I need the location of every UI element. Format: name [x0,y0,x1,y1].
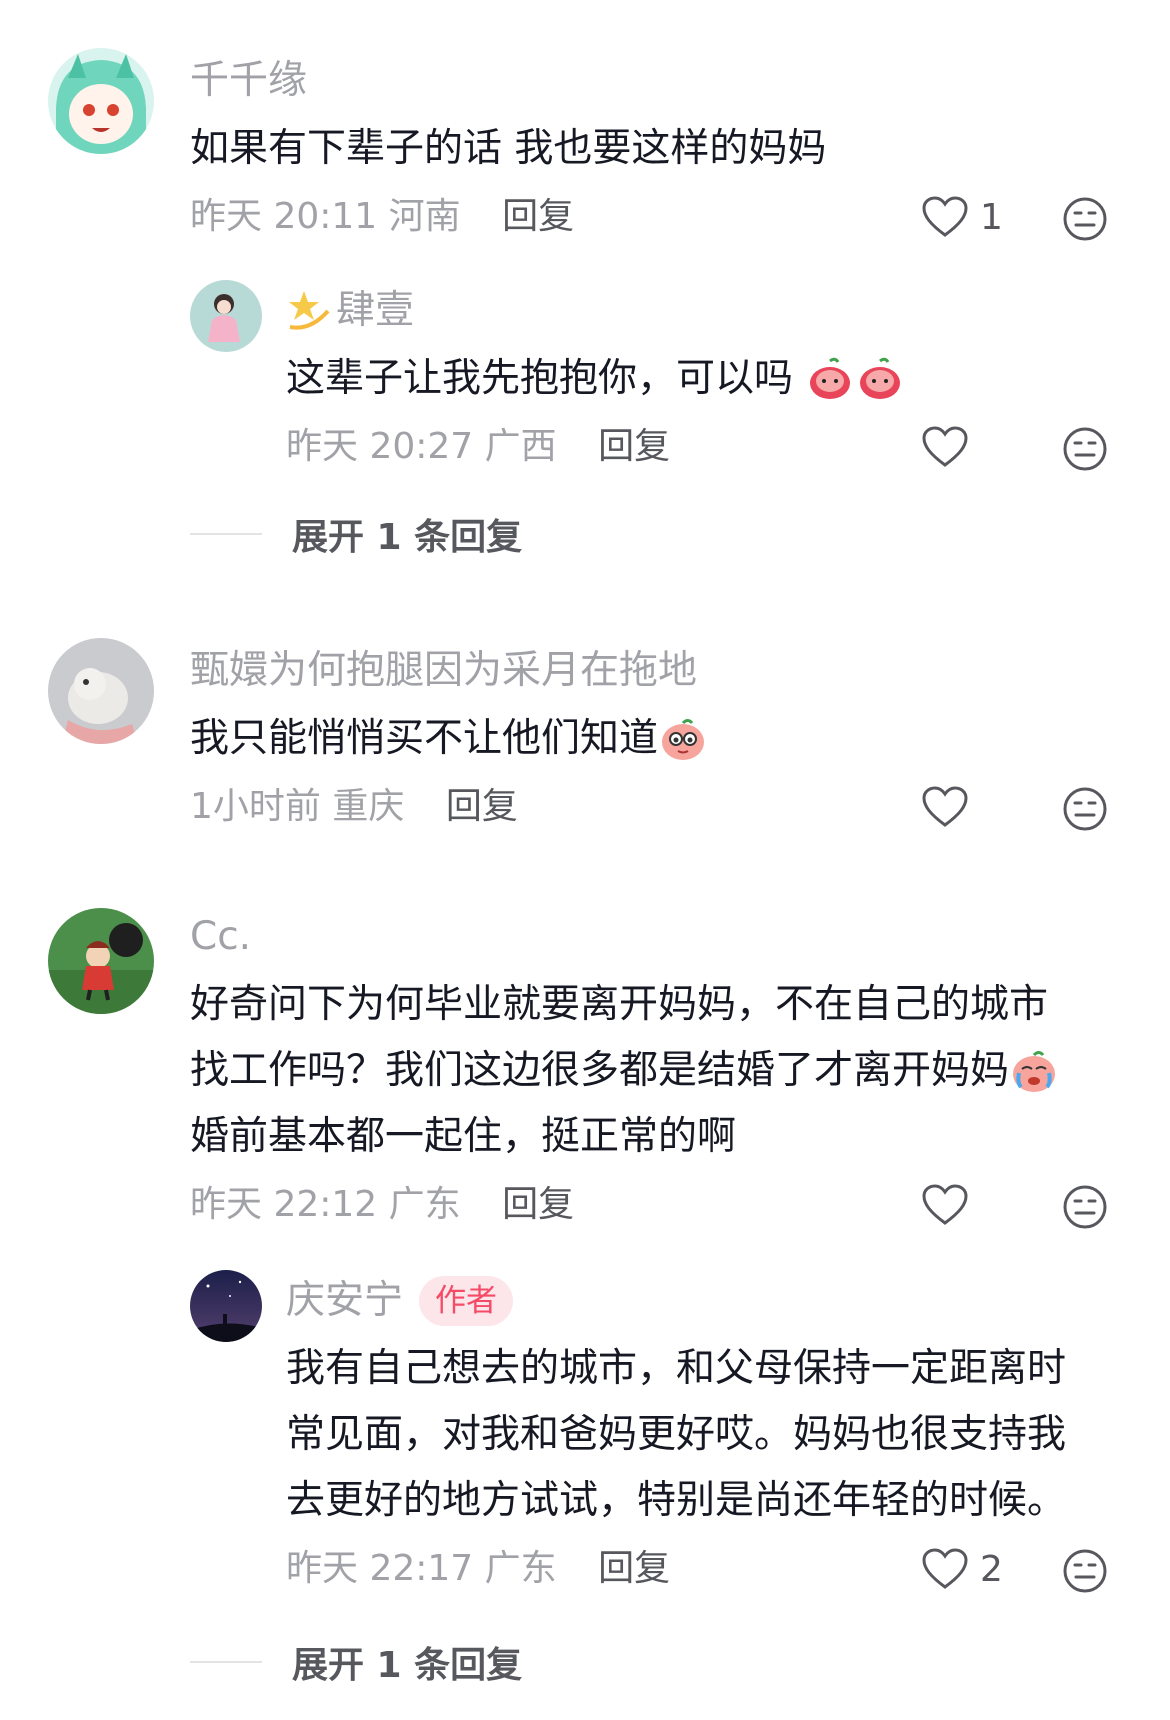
expand-replies-label: 展开 1 条回复 [292,1645,523,1686]
reply-button[interactable]: 回复 [598,1548,670,1589]
divider [190,1661,262,1663]
like-count: 1 [980,196,1003,238]
timestamp: 昨天 22:12 [190,1184,378,1225]
username[interactable]: 庆安宁 作者 [286,1276,514,1326]
peach-emoji [805,355,855,401]
like-button[interactable]: 2 [922,1548,1003,1590]
comment-text: 我只能悄悄买不让他们知道 [190,706,708,772]
location: 重庆 [332,786,405,827]
reply-text: 这辈子让我先抱抱你，可以吗 [286,346,905,412]
avatar[interactable] [48,48,154,154]
comment-text-line: 找工作吗？我们这边很多都是结婚了才离开妈妈 [190,1038,1059,1104]
divider [190,533,262,535]
username[interactable]: 千千缘 [190,56,307,106]
dislike-button[interactable] [1062,426,1108,472]
teary-peach-emoji [658,715,708,761]
dislike-button[interactable] [1062,196,1108,242]
dislike-button[interactable] [1062,786,1108,832]
comment-text-line: 好奇问下为何毕业就要离开妈妈，不在自己的城市 [190,982,1049,1027]
comment-meta: 1小时前 重庆 回复 [190,784,518,830]
heart-icon [922,1184,968,1225]
avatar[interactable] [48,908,154,1014]
neutral-face-icon [1063,197,1107,241]
comment-meta: 昨天 20:11 河南 回复 [190,194,574,240]
avatar[interactable] [190,1270,262,1342]
username-text: 肆壹 [336,288,415,333]
avatar[interactable] [190,280,262,352]
comment-meta: 昨天 22:12 广东 回复 [190,1182,574,1228]
location: 广西 [484,426,557,467]
dislike-button[interactable] [1062,1184,1108,1230]
comment-text-line: 婚前基本都一起住，挺正常的啊 [190,1114,737,1159]
reply-button[interactable]: 回复 [598,426,670,467]
heart-icon [922,426,968,467]
username[interactable]: 肆壹 [286,286,414,336]
like-button[interactable]: 1 [922,196,1003,238]
like-button[interactable] [922,786,968,828]
reply-meta: 昨天 20:27 广西 回复 [286,424,670,470]
expand-replies-button[interactable]: 展开 1 条回复 [190,508,522,560]
author-badge: 作者 [419,1276,514,1326]
username[interactable]: Cc. [190,912,251,962]
dizzy-star-emoji [286,287,336,333]
timestamp: 1小时前 [190,786,321,827]
comment-text: 如果有下辈子的话 我也要这样的妈妈 [190,126,827,171]
crying-peach-emoji [1009,1047,1059,1093]
reply-meta: 昨天 22:17 广东 回复 [286,1546,670,1592]
username[interactable]: 甄嬛为何抱腿因为采月在拖地 [190,646,697,696]
reply-text-content: 这辈子让我先抱抱你，可以吗 [286,356,794,401]
comment-text-content: 我只能悄悄买不让他们知道 [190,716,659,761]
timestamp: 昨天 20:27 [286,426,474,467]
heart-icon [922,196,968,237]
comment-text: 好奇问下为何毕业就要离开妈妈，不在自己的城市 找工作吗？我们这边很多都是结婚了才… [190,972,1059,1170]
heart-icon [922,786,968,827]
like-count: 2 [980,1548,1003,1590]
dislike-button[interactable] [1062,1548,1108,1594]
reply-button[interactable]: 回复 [446,786,518,827]
neutral-face-icon [1063,787,1107,831]
username-text: 庆安宁 [286,1278,404,1323]
neutral-face-icon [1063,1185,1107,1229]
expand-replies-button[interactable]: 展开 1 条回复 [190,1636,522,1688]
reply-button[interactable]: 回复 [502,1184,574,1225]
expand-replies-label: 展开 1 条回复 [292,517,523,558]
avatar[interactable] [48,638,154,744]
comment-text-line-content: 找工作吗？我们这边很多都是结婚了才离开妈妈 [190,1048,1010,1093]
peach-emoji [855,355,905,401]
location: 河南 [388,196,461,237]
neutral-face-icon [1063,427,1107,471]
location: 广东 [388,1184,461,1225]
like-button[interactable] [922,426,968,468]
reply-text: 我有自己想去的城市，和父母保持一定距离时 常见面，对我和爸妈更好哎。妈妈也很支持… [286,1336,1066,1534]
timestamp: 昨天 20:11 [190,196,378,237]
heart-icon [922,1548,968,1589]
location: 广东 [484,1548,557,1589]
timestamp: 昨天 22:17 [286,1548,474,1589]
reply-button[interactable]: 回复 [502,196,574,237]
reply-text-line: 我有自己想去的城市，和父母保持一定距离时 [286,1346,1067,1391]
like-button[interactable] [922,1184,968,1226]
neutral-face-icon [1063,1549,1107,1593]
reply-text-line: 常见面，对我和爸妈更好哎。妈妈也很支持我 [286,1412,1067,1457]
reply-text-line: 去更好的地方试试，特别是尚还年轻的时候。 [286,1478,1067,1523]
